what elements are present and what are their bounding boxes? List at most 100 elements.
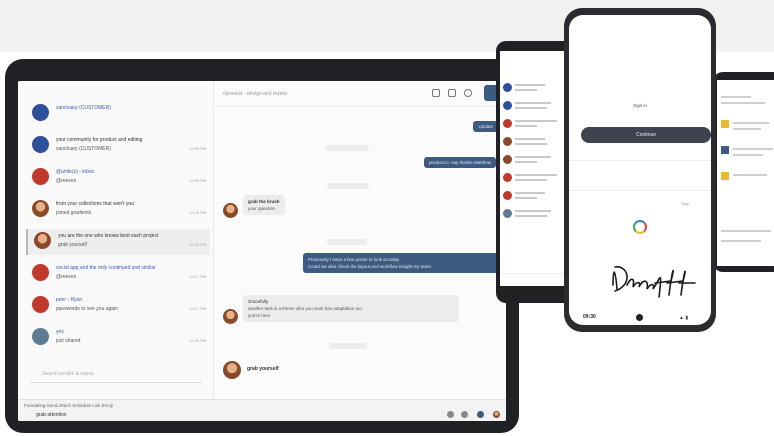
conversation-sidebar: sanctuary (CUSTOMER) your community for p… [18, 81, 214, 421]
text-line [515, 210, 551, 212]
avatar[interactable] [223, 203, 238, 218]
message-incoming: Gracefully another task is a theme who y… [243, 295, 459, 322]
text-line [721, 240, 761, 242]
message-sender: Gracefully [248, 299, 269, 304]
conversation-item[interactable]: @unite(z) - inbox @reeves 10:09 PM [26, 165, 210, 191]
text-line [721, 102, 765, 104]
divider [569, 160, 711, 161]
conversation-time: 10:07 PM [188, 306, 206, 311]
text-line [733, 174, 767, 176]
conversation-title: yes [56, 329, 64, 335]
bottom-tab-bar[interactable] [500, 273, 570, 283]
tablet-screen: sanctuary (CUSTOMER) your community for p… [18, 81, 506, 421]
text-line [733, 122, 769, 124]
conversation-time: 10:07 PM [188, 274, 206, 279]
conversation-title: social app and the only continued and si… [56, 265, 156, 271]
avatar [32, 104, 49, 121]
conversation-item[interactable] [503, 171, 567, 185]
conversation-item[interactable]: sanctuary (CUSTOMER) [26, 101, 210, 127]
conversation-title: sanctuary (CUSTOMER) [56, 105, 111, 111]
conversation-preview: just shared [56, 338, 81, 344]
conversation-item[interactable] [503, 135, 567, 149]
message-text: your question [248, 206, 276, 211]
conversation-item[interactable] [503, 153, 567, 167]
message-outgoing: Update [473, 121, 498, 132]
text-line [515, 138, 545, 140]
phone-right-screen [717, 80, 774, 266]
conversation-preview: sanctuary (CUSTOMER) [56, 146, 111, 152]
spinner-icon [633, 220, 647, 234]
conversation-title: peer - Ryan [56, 297, 83, 303]
text-line [733, 154, 763, 156]
conversation-title: your community for product and editing [56, 137, 143, 143]
send-icon[interactable] [477, 411, 484, 418]
conversation-time: 10:08 PM [188, 210, 206, 215]
conversation-item[interactable]: from your collections that won't you join… [26, 197, 210, 223]
text-line [515, 89, 537, 91]
date-divider [327, 239, 367, 245]
text-line [515, 84, 545, 86]
conversation-time: 10:08 PM [188, 242, 206, 247]
message-input[interactable]: grab attention [36, 412, 67, 418]
conversation-preview: grab yourself [58, 242, 87, 248]
conversation-item[interactable] [503, 99, 567, 113]
compose-bar: Formatting Send Attach Schedule Link Emo… [18, 399, 506, 421]
phone-device-left [496, 41, 574, 303]
text-line [733, 148, 773, 150]
conversation-preview: @reeves [56, 178, 77, 184]
conversation-item[interactable] [503, 117, 567, 131]
text-line [515, 125, 537, 127]
avatar [32, 296, 49, 313]
message-text: another task is a theme who you want has… [248, 306, 362, 311]
message-text: Could we also check the layout and workf… [308, 264, 431, 269]
conversation-item[interactable] [503, 189, 567, 203]
phone-front-screen: Sign in Continue Skip 09:30 ▲ ▮ [569, 15, 711, 325]
avatar[interactable] [223, 309, 238, 324]
conversation-item[interactable]: social app and the only continued and si… [26, 261, 210, 287]
conversation-item[interactable] [503, 81, 567, 95]
conversation-item[interactable]: peer - Ryan passwords to see you again 10:… [26, 293, 210, 319]
signature-image [612, 266, 696, 298]
text-line [515, 102, 551, 104]
compose-toolbar[interactable]: Formatting Send Attach Schedule Link Emo… [24, 403, 113, 408]
avatar[interactable] [493, 411, 500, 418]
search-input[interactable]: Search people & topics [30, 371, 202, 383]
date-divider [329, 343, 367, 349]
text-line [515, 107, 547, 109]
message-sender: grab the brush [248, 199, 280, 204]
avatar [32, 328, 49, 345]
more-icon[interactable] [464, 89, 472, 97]
continue-button[interactable]: Continue [581, 127, 711, 143]
video-icon[interactable] [448, 89, 456, 97]
avatar[interactable] [223, 361, 241, 379]
conversation-preview: passwords to see you again [56, 306, 118, 312]
avatar [32, 264, 49, 281]
text-line [515, 192, 545, 194]
phone-icon[interactable] [432, 89, 440, 97]
message-outgoing: Previously I have a few points to look a… [303, 253, 499, 273]
conversation-item[interactable]: yes just shared 10:06 PM [26, 325, 210, 351]
avatar [503, 191, 512, 200]
attach-icon[interactable] [461, 411, 468, 418]
conversation-item[interactable]: you are the one who knows best each proj… [26, 229, 210, 255]
avatar [503, 209, 512, 218]
text-line [721, 230, 771, 232]
text-line [721, 96, 751, 98]
chat-title: #product - design and review [223, 91, 288, 97]
thumbnail-image [721, 172, 729, 180]
thumbnail-image [721, 120, 729, 128]
skip-link[interactable]: Skip [681, 201, 689, 206]
text-line [515, 215, 547, 217]
avatar [503, 155, 512, 164]
avatar [503, 173, 512, 182]
conversation-item[interactable]: your community for product and editing sa… [26, 133, 210, 159]
text-line [515, 120, 557, 122]
message-sender: grab yourself [247, 366, 279, 372]
conversation-title: @unite(z) - inbox [56, 169, 95, 175]
conversation-item[interactable] [503, 207, 567, 221]
emoji-icon[interactable] [447, 411, 454, 418]
conversation-title: you are the one who knows best each proj… [58, 233, 159, 239]
avatar [32, 136, 49, 153]
home-button[interactable] [636, 314, 643, 321]
status-time: 09:30 [583, 314, 596, 320]
